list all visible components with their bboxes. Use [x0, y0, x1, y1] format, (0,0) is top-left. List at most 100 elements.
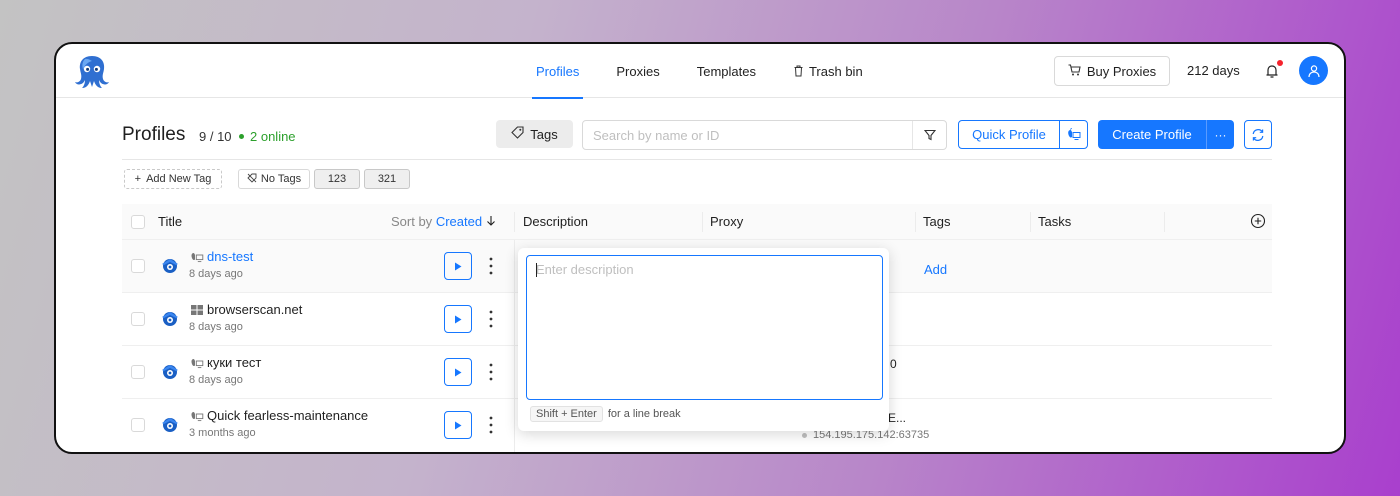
tag-chip-321[interactable]: 321: [364, 169, 410, 189]
plus-icon: +: [134, 173, 142, 185]
arrow-down-icon: [486, 216, 495, 226]
filter-icon: [923, 129, 936, 141]
cart-icon: [1068, 63, 1081, 79]
app-window: Profiles Proxies Templates Trash bin Buy…: [54, 42, 1346, 454]
browser-profile-icon: [162, 312, 178, 326]
title-column-divider: [514, 240, 515, 452]
create-profile-label: Create Profile: [1112, 127, 1192, 142]
nav-tab-templates[interactable]: Templates: [689, 44, 764, 98]
column-title: Title: [158, 214, 183, 229]
column-separator: [514, 212, 515, 232]
quick-profile-button[interactable]: Quick Profile: [958, 120, 1060, 149]
online-count: 2 online: [250, 129, 296, 144]
proxy-name-fragment: E...: [888, 411, 907, 425]
main-nav: Profiles Proxies Templates Trash bin: [528, 44, 892, 99]
mac-os-icon: [191, 253, 204, 263]
play-icon: [455, 262, 462, 270]
browser-profile-icon: [162, 418, 178, 432]
row-checkbox[interactable]: [131, 259, 145, 273]
more-icon: ···: [1214, 127, 1227, 142]
filter-button[interactable]: [912, 121, 946, 149]
profile-name[interactable]: куки тест: [207, 355, 261, 370]
octopus-logo-icon[interactable]: [72, 53, 112, 89]
tag-icon: [511, 126, 524, 142]
more-vertical-icon[interactable]: [488, 255, 494, 277]
column-separator: [915, 212, 916, 232]
play-icon: [455, 315, 462, 323]
profile-count: 9 / 10: [199, 129, 232, 144]
play-icon: [455, 421, 462, 429]
proxy-status-dot-icon: [802, 432, 807, 438]
nav-tab-proxies[interactable]: Proxies: [608, 44, 667, 98]
toolbar-divider: [122, 159, 1272, 160]
more-vertical-icon[interactable]: [488, 361, 494, 383]
add-new-tag-label: Add New Tag: [146, 173, 212, 185]
add-tag-link[interactable]: Add: [924, 262, 947, 277]
online-dot-icon: [239, 134, 244, 139]
create-profile-button[interactable]: Create Profile: [1098, 120, 1206, 149]
create-more-button[interactable]: ···: [1206, 120, 1234, 149]
tag-chip-123[interactable]: 123: [314, 169, 360, 189]
profile-name-link[interactable]: dns-test: [207, 249, 253, 264]
play-icon: [455, 368, 462, 376]
table-header: Title Sort by Created Description Proxy …: [122, 204, 1272, 240]
description-placeholder: Enter description: [536, 262, 634, 277]
more-vertical-icon[interactable]: [488, 308, 494, 330]
search-placeholder: Search by name or ID: [593, 128, 720, 143]
start-profile-button[interactable]: [444, 411, 472, 439]
description-textarea[interactable]: Enter description: [526, 255, 883, 400]
row-checkbox[interactable]: [131, 418, 145, 432]
column-separator: [1030, 212, 1031, 232]
add-column-icon[interactable]: [1250, 213, 1266, 229]
select-all-checkbox[interactable]: [131, 215, 145, 229]
sort-field: Created: [435, 214, 483, 229]
no-tags-label: No Tags: [260, 173, 302, 185]
profile-created-ago: 8 days ago: [189, 268, 243, 280]
browser-profile-icon: [162, 365, 178, 379]
column-tags: Tags: [923, 214, 951, 229]
column-proxy: Proxy: [710, 214, 744, 229]
tags-button[interactable]: Tags: [496, 120, 573, 148]
browser-profile-icon: [162, 259, 178, 273]
user-icon: [1307, 64, 1320, 77]
start-profile-button[interactable]: [444, 252, 472, 280]
start-profile-button[interactable]: [444, 358, 472, 386]
tags-button-label: Tags: [530, 126, 558, 142]
row-checkbox[interactable]: [131, 312, 145, 326]
sort-by-label: Sort by: [391, 214, 433, 229]
row-checkbox[interactable]: [131, 365, 145, 379]
sort-control[interactable]: Sort by Created: [391, 214, 496, 229]
refresh-icon: [1252, 128, 1264, 141]
no-tag-icon: [247, 173, 257, 186]
proxy-name-fragment: 0: [890, 357, 897, 371]
quick-profile-os-button[interactable]: [1059, 120, 1088, 149]
shortcut-key: Shift + Enter: [530, 406, 603, 422]
profile-name[interactable]: browserscan.net: [207, 302, 302, 317]
profile-name[interactable]: Quick fearless-maintenance: [207, 408, 368, 423]
nav-tab-trash-bin[interactable]: Trash bin: [785, 44, 871, 98]
nav-tab-label: Trash bin: [808, 63, 863, 79]
more-vertical-icon[interactable]: [488, 414, 494, 436]
buy-proxies-label: Buy Proxies: [1086, 63, 1157, 79]
mac-os-icon: [191, 412, 204, 422]
page-title: Profiles: [122, 124, 186, 145]
column-tasks: Tasks: [1038, 214, 1072, 229]
text-caret: [536, 263, 537, 277]
column-description: Description: [523, 214, 589, 229]
refresh-button[interactable]: [1244, 120, 1272, 149]
profile-created-ago: 8 days ago: [189, 321, 243, 333]
buy-proxies-button[interactable]: Buy Proxies: [1054, 56, 1170, 86]
nav-tab-label: Profiles: [536, 63, 580, 79]
no-tags-filter[interactable]: No Tags: [238, 169, 310, 189]
search-input[interactable]: Search by name or ID: [582, 120, 947, 150]
line-break-hint: Shift + Enter for a line break: [530, 406, 681, 422]
mac-os-icon: [191, 359, 204, 369]
online-status: 2 online: [239, 129, 296, 144]
windows-icon: [191, 305, 203, 315]
hint-text: for a line break: [607, 408, 681, 420]
user-avatar[interactable]: [1299, 56, 1328, 85]
add-new-tag-button[interactable]: + Add New Tag: [124, 169, 222, 189]
start-profile-button[interactable]: [444, 305, 472, 333]
profile-created-ago: 3 months ago: [189, 427, 256, 439]
nav-tab-profiles[interactable]: Profiles: [528, 44, 587, 99]
